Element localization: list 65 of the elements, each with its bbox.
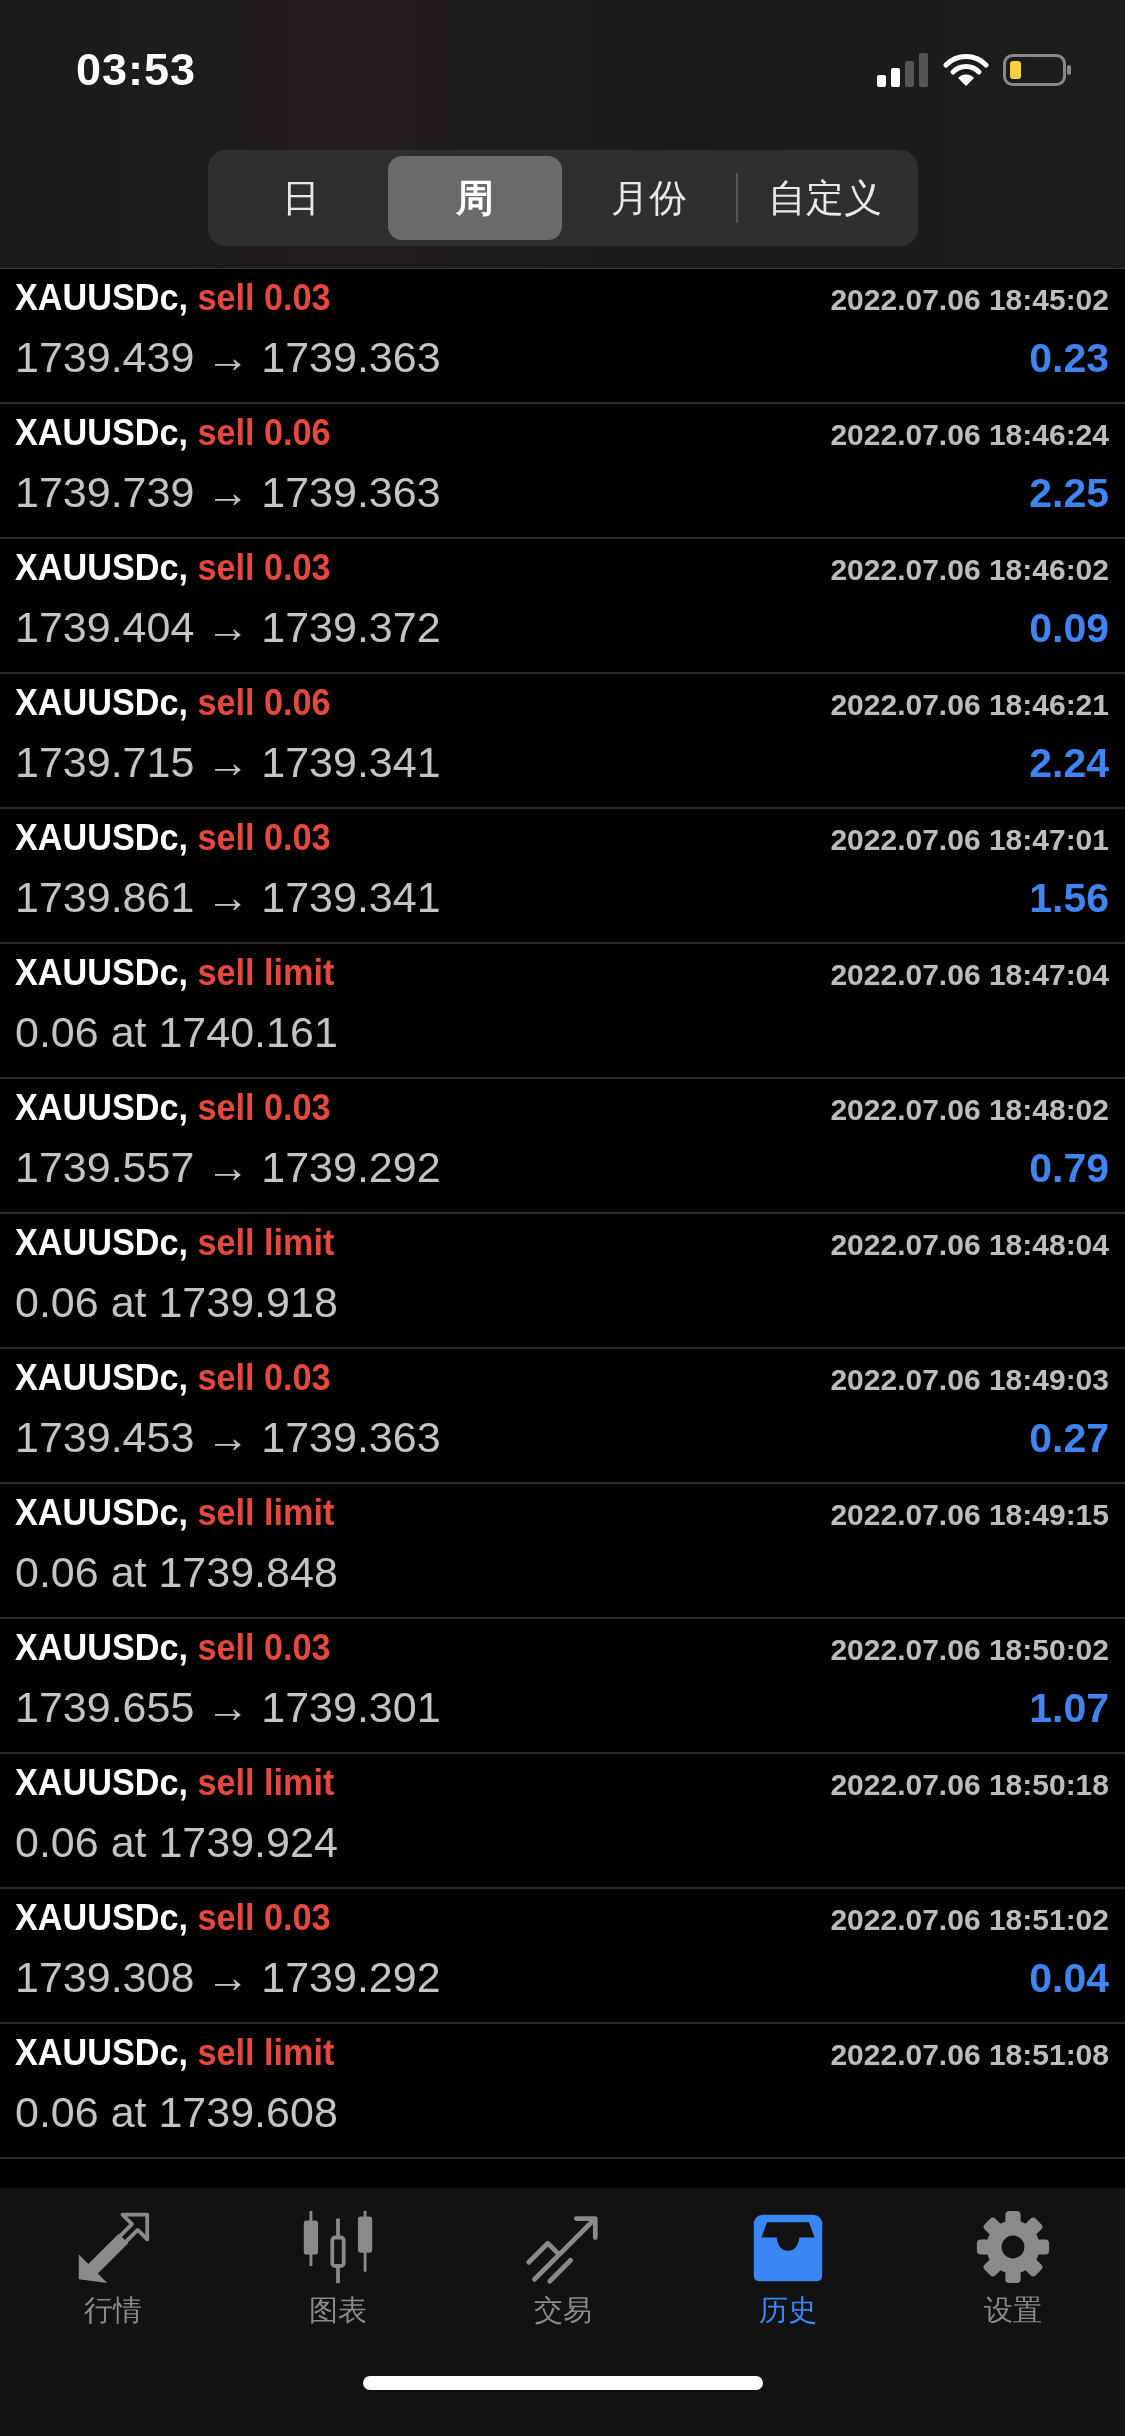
trade-profit: 0.04 <box>1029 1955 1109 2002</box>
trade-detail: 1739.404 → 1739.372 <box>15 603 441 652</box>
period-tab[interactable]: 月份 <box>561 156 736 240</box>
trade-title: XAUUSDc, sell 0.03 <box>15 1897 331 1939</box>
trade-profit: 0.23 <box>1029 335 1109 382</box>
trade-title: XAUUSDc, sell 0.06 <box>15 682 331 724</box>
trade-time: 2022.07.06 18:48:02 <box>830 1093 1109 1127</box>
trade-time: 2022.07.06 18:47:01 <box>830 823 1109 857</box>
trade-title: XAUUSDc, sell 0.03 <box>15 817 331 859</box>
signal-icon <box>877 53 929 87</box>
trade-time: 2022.07.06 18:45:02 <box>830 283 1109 317</box>
period-tab[interactable]: 日 <box>213 156 388 240</box>
trade-profit: 1.56 <box>1029 875 1109 922</box>
trade-time: 2022.07.06 18:46:21 <box>830 688 1109 722</box>
trade-detail: 0.06 at 1739.924 <box>15 1818 338 1867</box>
trade-profit: 2.25 <box>1029 470 1109 517</box>
trade-title: XAUUSDc, sell 0.03 <box>15 1087 331 1129</box>
period-tab[interactable]: 自定义 <box>737 156 912 240</box>
trade-detail: 1739.715 → 1739.341 <box>15 738 441 787</box>
trade-title: XAUUSDc, sell 0.03 <box>15 1627 331 1669</box>
status-time: 03:53 <box>76 44 197 96</box>
tab-bar-item[interactable]: 交易 <box>450 2208 675 2332</box>
trade-title: XAUUSDc, sell 0.03 <box>15 1357 331 1399</box>
trade-time: 2022.07.06 18:48:04 <box>830 1228 1109 1262</box>
trade-time: 2022.07.06 18:46:24 <box>830 418 1109 452</box>
trade-time: 2022.07.06 18:47:04 <box>830 958 1109 992</box>
trade-time: 2022.07.06 18:49:03 <box>830 1363 1109 1397</box>
trade-profit: 0.09 <box>1029 605 1109 652</box>
period-tab[interactable]: 周 <box>387 156 562 240</box>
trade-detail: 1739.739 → 1739.363 <box>15 468 441 517</box>
trade-time: 2022.07.06 18:50:02 <box>830 1633 1109 1667</box>
tab-bar-item[interactable]: 设置 <box>900 2208 1125 2332</box>
trade-profit: 0.79 <box>1029 1145 1109 1192</box>
trade-time: 2022.07.06 18:51:08 <box>830 2038 1109 2072</box>
trade-profit: 0.27 <box>1029 1415 1109 1462</box>
trade-detail: 1739.439 → 1739.363 <box>15 333 441 382</box>
trade-detail: 1739.557 → 1739.292 <box>15 1143 441 1192</box>
settings-icon <box>974 2209 1051 2285</box>
trade-detail: 0.06 at 1739.848 <box>15 1548 338 1597</box>
trade-profit: 2.24 <box>1029 740 1109 787</box>
trade-detail: 0.06 at 1739.918 <box>15 1278 338 1327</box>
battery-icon <box>1003 53 1073 87</box>
trade-title: XAUUSDc, sell limit <box>15 1492 335 1534</box>
trade-time: 2022.07.06 18:50:18 <box>830 1768 1109 1802</box>
trade-profit: 1.07 <box>1029 1685 1109 1732</box>
trade-time: 2022.07.06 18:49:15 <box>830 1498 1109 1532</box>
tab-bar-item[interactable]: 历史 <box>675 2208 900 2332</box>
trade-title: XAUUSDc, sell limit <box>15 1762 335 1804</box>
trade-detail: 1739.308 → 1739.292 <box>15 1953 441 2002</box>
trade-detail: 1739.861 → 1739.341 <box>15 873 441 922</box>
trade-detail: 1739.655 → 1739.301 <box>15 1683 441 1732</box>
trade-title: XAUUSDc, sell limit <box>15 2032 335 2074</box>
trade-title: XAUUSDc, sell 0.03 <box>15 277 331 319</box>
tab-bar-item[interactable]: 图表 <box>225 2208 450 2332</box>
trade-detail: 1739.453 → 1739.363 <box>15 1413 441 1462</box>
trade-title: XAUUSDc, sell 0.03 <box>15 547 331 589</box>
trade-title: XAUUSDc, sell 0.06 <box>15 412 331 454</box>
trade-time: 2022.07.06 18:51:02 <box>830 1903 1109 1937</box>
wifi-icon <box>943 53 989 87</box>
trade-time: 2022.07.06 18:46:02 <box>830 553 1109 587</box>
trade-title: XAUUSDc, sell limit <box>15 952 335 994</box>
tab-bar-item[interactable]: 行情 <box>0 2208 225 2332</box>
trade-detail: 0.06 at 1740.161 <box>15 1008 338 1057</box>
trade-detail: 0.06 at 1739.608 <box>15 2088 338 2137</box>
trade-title: XAUUSDc, sell limit <box>15 1222 335 1264</box>
